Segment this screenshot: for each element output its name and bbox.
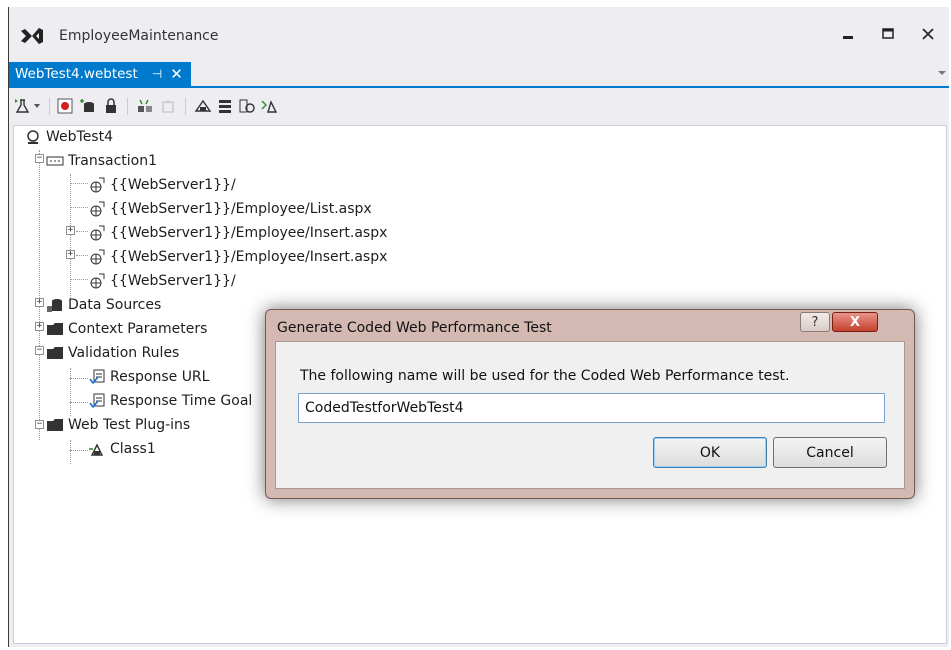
tree-node-label: Response Time Goal — [110, 393, 253, 409]
tree-node-label: Data Sources — [68, 297, 162, 313]
extract-values-button[interactable] — [237, 96, 257, 116]
dialog-body: The following name will be used for the … — [275, 341, 905, 489]
transaction-icon — [46, 152, 64, 170]
tree-node-request[interactable]: {{WebServer1}}/ — [88, 270, 236, 292]
validation-rule-icon — [88, 392, 106, 410]
tree-node-validation-rules[interactable]: Validation Rules — [46, 342, 179, 364]
tab-close-icon[interactable]: ✕ — [170, 65, 183, 83]
folder-icon — [46, 344, 64, 362]
dialog-prompt: The following name will be used for the … — [300, 368, 790, 384]
generate-code-button[interactable] — [259, 96, 279, 116]
tab-dropdown-icon[interactable] — [937, 68, 947, 78]
test-name-input[interactable] — [298, 393, 885, 423]
tree-node-plugins[interactable]: Web Test Plug-ins — [46, 414, 190, 436]
dialog-close-button[interactable]: X — [832, 312, 878, 332]
close-icon — [922, 28, 934, 40]
tree-node-data-sources[interactable]: Data Sources — [46, 294, 161, 316]
tree-node-label: WebTest4 — [46, 129, 113, 145]
tree-node-transaction[interactable]: Transaction1 — [46, 150, 157, 172]
web-request-icon — [88, 224, 106, 242]
lock-icon — [106, 98, 116, 113]
tree-node-root[interactable]: WebTest4 — [24, 126, 113, 148]
plugin-icon — [88, 440, 106, 458]
plugin-icon — [138, 99, 152, 112]
folder-icon — [46, 320, 64, 338]
collapse-plugins-icon[interactable]: − — [35, 420, 44, 429]
tree-node-request[interactable]: {{WebServer1}}/ — [88, 174, 236, 196]
web-test-toolbar — [9, 92, 949, 120]
add-plugin-button[interactable] — [135, 96, 155, 116]
help-icon: ? — [811, 314, 819, 330]
credentials-button[interactable] — [101, 96, 121, 116]
dialog-title: Generate Coded Web Performance Test — [277, 320, 552, 336]
web-request-icon — [88, 200, 106, 218]
generate-code-icon — [261, 100, 278, 113]
folder-icon — [46, 416, 64, 434]
disabled-plugin-icon — [162, 99, 174, 113]
cancel-button[interactable]: Cancel — [773, 437, 887, 468]
tree-node-context-parameters[interactable]: Context Parameters — [46, 318, 207, 340]
extract-icon — [239, 99, 255, 113]
close-icon: X — [849, 314, 861, 330]
window-close-button[interactable] — [913, 19, 943, 49]
ok-button[interactable]: OK — [653, 437, 767, 468]
minimize-icon — [843, 36, 853, 39]
visual-studio-logo-icon — [21, 28, 43, 44]
expand-request-icon[interactable]: + — [66, 226, 75, 235]
document-tab-strip: WebTest4.webtest ⊣ ✕ — [9, 62, 949, 88]
tree-node-request[interactable]: {{WebServer1}}/Employee/Insert.aspx — [88, 222, 387, 244]
window-title: EmployeeMaintenance — [59, 28, 219, 44]
tree-node-label: {{WebServer1}}/Employee/List.aspx — [110, 201, 372, 217]
tree-node-rule[interactable]: Response Time Goal — [88, 390, 252, 412]
tree-node-label: Transaction1 — [68, 153, 157, 169]
pin-icon[interactable]: ⊣ — [152, 67, 162, 81]
collapse-transaction-icon[interactable]: − — [35, 154, 44, 163]
validation-rule-icon — [88, 368, 106, 386]
tab-label: WebTest4.webtest — [15, 66, 138, 82]
database-icon — [46, 296, 64, 314]
web-request-icon — [88, 272, 106, 290]
tree-node-label: {{WebServer1}}/Employee/Insert.aspx — [110, 249, 388, 265]
add-database-icon — [80, 99, 94, 112]
tree-node-plugin-item[interactable]: Class1 — [88, 438, 156, 460]
tree-node-label: Class1 — [110, 441, 156, 457]
tree-node-label: {{WebServer1}}/ — [110, 273, 236, 289]
disabled-action-button[interactable] — [159, 96, 179, 116]
tab-webtest4[interactable]: WebTest4.webtest ⊣ ✕ — [9, 62, 191, 86]
record-icon — [57, 98, 73, 114]
web-test-icon — [24, 128, 42, 146]
tree-node-request[interactable]: {{WebServer1}}/Employee/List.aspx — [88, 198, 372, 220]
generate-coded-test-dialog: Generate Coded Web Performance Test ? X … — [265, 309, 915, 499]
tree-node-label: Response URL — [110, 369, 210, 385]
web-request-icon — [88, 248, 106, 266]
add-data-source-button[interactable] — [77, 96, 97, 116]
add-context-parameter-button[interactable] — [215, 96, 235, 116]
expand-context-parameters-icon[interactable]: + — [35, 322, 44, 331]
maximize-button[interactable] — [873, 19, 903, 49]
tree-node-request[interactable]: {{WebServer1}}/Employee/Insert.aspx — [88, 246, 387, 268]
tree-node-label: Web Test Plug-ins — [68, 417, 191, 433]
run-dropdown-button[interactable] — [31, 96, 43, 116]
tree-node-label: Validation Rules — [68, 345, 180, 361]
minimize-button[interactable] — [833, 19, 863, 49]
maximize-icon — [882, 28, 894, 39]
parameterize-servers-button[interactable] — [193, 96, 213, 116]
expand-request-icon[interactable]: + — [66, 250, 75, 259]
expand-data-sources-icon[interactable]: + — [35, 298, 44, 307]
add-recording-button[interactable] — [55, 96, 75, 116]
tree-node-label: {{WebServer1}}/Employee/Insert.aspx — [110, 225, 388, 241]
run-test-button[interactable] — [13, 96, 33, 116]
help-button[interactable]: ? — [800, 312, 830, 332]
collapse-validation-rules-icon[interactable]: − — [35, 346, 44, 355]
tree-node-rule[interactable]: Response URL — [88, 366, 209, 388]
flask-run-icon — [15, 99, 30, 113]
tree-node-label: Context Parameters — [68, 321, 208, 337]
list-icon — [219, 100, 231, 113]
chevron-down-icon — [34, 104, 40, 108]
title-bar: EmployeeMaintenance — [9, 7, 949, 57]
parameterize-icon — [194, 99, 212, 112]
web-request-icon — [88, 176, 106, 194]
tree-node-label: {{WebServer1}}/ — [110, 177, 236, 193]
